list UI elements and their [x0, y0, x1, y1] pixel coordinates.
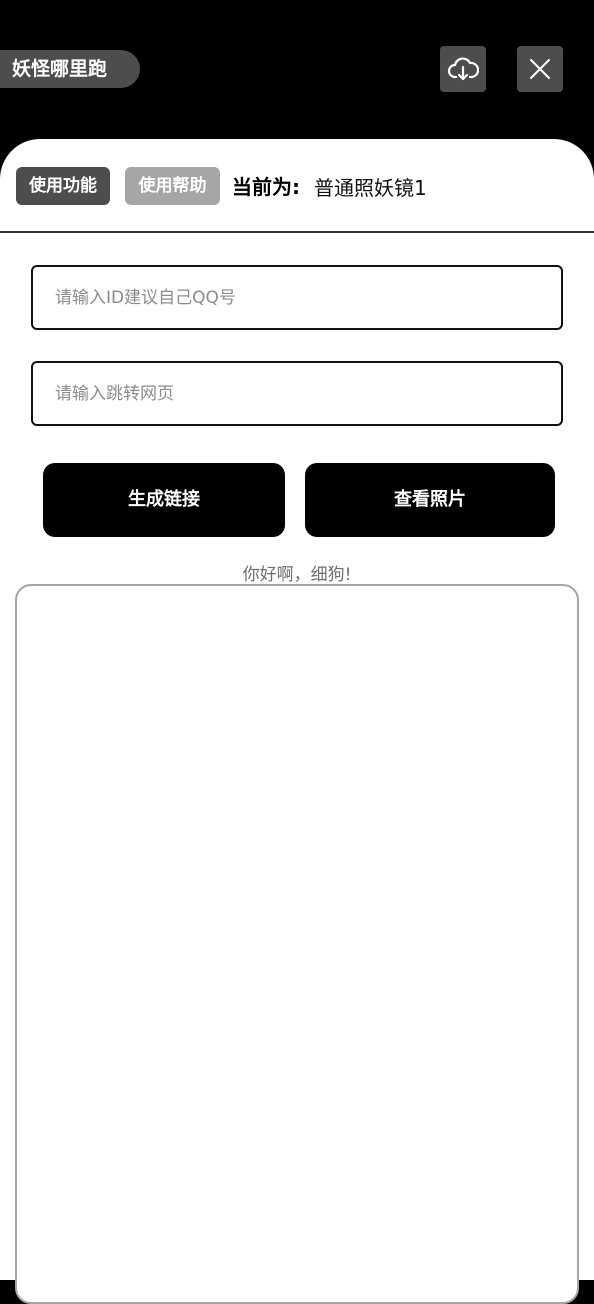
cloud-download-icon	[447, 57, 479, 81]
app-title-pill: 妖怪哪里跑	[0, 50, 140, 88]
current-mode-label: 当前为:	[232, 175, 300, 199]
id-input[interactable]	[31, 265, 563, 330]
divider	[0, 231, 594, 233]
output-box	[15, 584, 579, 1304]
main-panel: 使用功能 使用帮助 当前为: 普通照妖镜1 生成链接 查看照片 你好啊，细狗!	[0, 139, 594, 1304]
redirect-url-input[interactable]	[31, 361, 563, 426]
tab-use-help[interactable]: 使用帮助	[125, 167, 220, 205]
top-bar: 妖怪哪里跑	[0, 0, 594, 160]
close-icon	[530, 59, 550, 79]
tab-use-function[interactable]: 使用功能	[16, 167, 110, 205]
view-photos-button[interactable]: 查看照片	[305, 463, 555, 537]
current-mode-value: 普通照妖镜1	[314, 176, 427, 200]
greeting-text: 你好啊，细狗!	[242, 565, 352, 585]
close-button[interactable]	[517, 46, 563, 92]
generate-link-button[interactable]: 生成链接	[43, 463, 285, 537]
cloud-download-button[interactable]	[440, 46, 486, 92]
